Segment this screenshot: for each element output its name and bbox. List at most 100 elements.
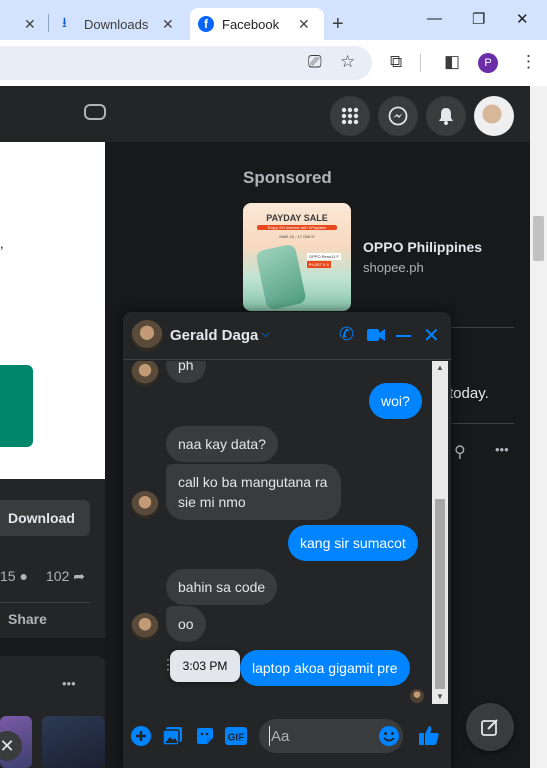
divider	[451, 423, 514, 424]
message-bubble-incoming[interactable]: bahin sa code	[166, 569, 278, 605]
message-bubble-incoming[interactable]: naa kay data?	[166, 426, 278, 462]
sponsored-heading: Sponsored	[243, 168, 332, 187]
close-chat-icon[interactable]: ✕	[423, 323, 440, 348]
grid-icon	[341, 107, 359, 125]
browser-toolbar: ⎚ ☆ ⧉ ◧ P ⋮	[0, 40, 547, 86]
shares-count: 102 ➦	[46, 568, 85, 584]
scroll-up-icon[interactable]: ▲	[436, 363, 444, 372]
new-tab-button[interactable]: +	[332, 8, 352, 40]
feed-post-card: , Download 15 ● 102 ➦ Share	[0, 142, 105, 638]
message-bubble-incoming[interactable]: oo	[166, 606, 206, 642]
side-panel-icon[interactable]: ◧	[444, 52, 460, 72]
thumbs-up-icon[interactable]	[418, 724, 440, 746]
phone-shape	[255, 243, 307, 311]
message-list[interactable]: ph woi? naa kay data? call ko ba manguta…	[123, 361, 451, 704]
scroll-down-icon[interactable]: ▼	[436, 692, 444, 701]
install-app-icon[interactable]: ⎚	[308, 52, 322, 72]
contact-avatar	[131, 491, 159, 519]
tab-facebook[interactable]: f Facebook ✕	[190, 8, 324, 40]
close-window-icon[interactable]: ✕	[516, 10, 529, 28]
ad-headline: PAYDAY SALE	[266, 213, 328, 223]
extensions-icon[interactable]: ⧉	[390, 52, 402, 72]
share-arrow-icon: ➦	[73, 568, 85, 584]
download-icon: ⭳	[62, 14, 67, 30]
share-button[interactable]: Share	[8, 611, 47, 627]
plus-icon: +	[332, 12, 344, 35]
toolbar-divider	[420, 54, 421, 72]
compose-icon	[481, 719, 498, 736]
emoji-icon[interactable]	[378, 725, 400, 747]
message-bubble-outgoing[interactable]: laptop akoa gigamit pre	[240, 650, 410, 686]
ad-domain: shopee.ph	[363, 260, 424, 275]
profile-avatar[interactable]: P	[478, 53, 498, 73]
birthday-text-fragment: today.	[449, 385, 489, 402]
tab-previous[interactable]: ✕	[0, 8, 48, 40]
ad-price: ₱4,557 X 6	[307, 261, 331, 268]
message-bubble-outgoing[interactable]: woi?	[369, 383, 422, 419]
divider	[0, 602, 90, 603]
ad-banner: Enjoy 0% Interest with SPaylater	[257, 225, 337, 230]
facebook-header	[0, 86, 530, 142]
svg-text:GIF: GIF	[228, 733, 245, 744]
contact-avatar	[131, 361, 159, 387]
message-bubble-incoming[interactable]: call ko ba mangutana ra sie mi nmo	[166, 464, 341, 520]
new-message-button[interactable]	[466, 703, 514, 751]
contact-avatar[interactable]	[131, 320, 163, 352]
facebook-favicon-icon: f	[198, 16, 214, 32]
close-tab-icon[interactable]: ✕	[24, 16, 36, 33]
notifications-button[interactable]	[426, 96, 466, 136]
sticker-icon[interactable]	[195, 726, 215, 746]
more-options-icon[interactable]: •••	[495, 442, 509, 457]
tab-downloads[interactable]: ⭳ Downloads ✕	[52, 8, 187, 40]
page-scrollbar[interactable]	[530, 86, 547, 768]
download-button[interactable]: Download	[0, 500, 90, 536]
tab-label: Facebook	[222, 16, 280, 32]
search-icon[interactable]: ⚲	[454, 442, 466, 462]
bell-icon	[439, 108, 453, 125]
timestamp-tooltip: 3:03 PM	[170, 650, 240, 682]
contact-name[interactable]: Gerald Daga	[170, 327, 258, 344]
post-media[interactable]: ,	[0, 142, 105, 479]
gaming-icon[interactable]	[84, 104, 106, 120]
text-caret	[269, 726, 270, 746]
minimize-chat-icon[interactable]	[396, 335, 411, 337]
ad-product: OPPO Reno11 F	[307, 253, 341, 260]
seen-indicator-avatar	[410, 689, 424, 703]
post-media-button[interactable]	[0, 365, 33, 447]
tab-separator	[48, 14, 49, 32]
minimize-icon[interactable]: —	[427, 10, 442, 27]
gif-icon[interactable]: GIF	[225, 726, 247, 746]
browser-menu-icon[interactable]: ⋮	[520, 52, 537, 72]
video-call-icon[interactable]	[367, 328, 385, 342]
maximize-icon[interactable]: ❐	[472, 10, 485, 28]
close-tab-icon[interactable]: ✕	[162, 16, 174, 33]
message-bubble-outgoing[interactable]: kang sir sumacot	[288, 525, 418, 561]
ad-title[interactable]: OPPO Philippines	[363, 239, 482, 255]
menu-grid-button[interactable]	[330, 96, 370, 136]
message-input[interactable]: Aa	[259, 719, 403, 753]
messenger-button[interactable]	[378, 96, 418, 136]
chat-scrollbar-thumb[interactable]	[435, 499, 445, 689]
story-thumbnail[interactable]	[42, 716, 105, 768]
page-scrollbar-thumb[interactable]	[533, 216, 544, 261]
account-avatar[interactable]	[474, 96, 514, 136]
ad-image[interactable]: PAYDAY SALE Enjoy 0% Interest with SPayl…	[243, 203, 351, 311]
chat-header[interactable]: Gerald Daga ⌵ ✆ ✕	[123, 312, 451, 360]
address-bar[interactable]: ⎚ ☆	[0, 46, 372, 80]
message-bubble-incoming[interactable]: ph	[166, 361, 206, 383]
ad-dates: MAR 15 - 17 ONLY!	[279, 234, 315, 239]
more-options-icon[interactable]: •••	[62, 676, 76, 691]
more-actions-plus-icon[interactable]	[131, 726, 151, 746]
comments-count: 15 ●	[0, 568, 28, 584]
contact-avatar	[131, 613, 159, 641]
voice-call-icon[interactable]: ✆	[339, 324, 354, 345]
text-fragment: ,	[0, 236, 4, 251]
photo-icon[interactable]	[163, 726, 183, 746]
comment-icon: ●	[19, 568, 28, 584]
chat-window: Gerald Daga ⌵ ✆ ✕ ph woi? naa kay data? …	[123, 312, 451, 768]
browser-tab-strip: ✕ ⭳ Downloads ✕ f Facebook ✕ + — ❐ ✕	[0, 0, 547, 40]
messenger-icon	[388, 106, 408, 126]
bookmark-star-icon[interactable]: ☆	[340, 52, 355, 72]
chevron-down-icon[interactable]: ⌵	[261, 326, 270, 341]
close-tab-icon[interactable]: ✕	[298, 16, 310, 33]
